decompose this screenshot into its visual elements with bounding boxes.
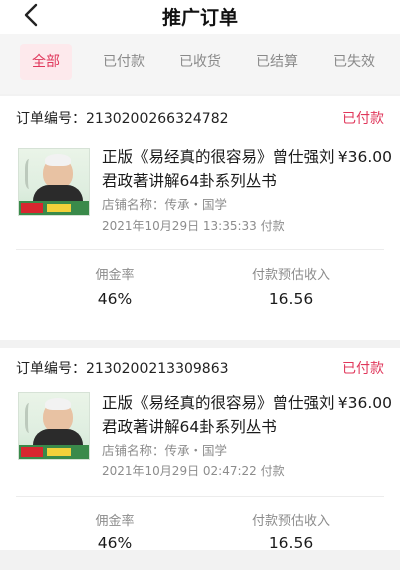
author-hair <box>45 154 71 166</box>
order-number-label: 订单编号： <box>16 361 86 377</box>
cover-tag-secondary <box>47 204 71 212</box>
product-title-line1: 正版《易经真的很容易》曾仕强刘 <box>102 394 335 412</box>
commission-label: 佣金率 <box>95 268 135 283</box>
author-hair <box>45 398 71 410</box>
income-label: 付款预估收入 <box>251 268 330 283</box>
top-bar: 推广订单 <box>0 0 400 34</box>
order-card[interactable]: 订单编号：2130200213309863 已付款 正版《易经真的很容易》曾仕强… <box>0 348 400 552</box>
tab-received[interactable]: 已收货 <box>172 44 228 80</box>
order-number-value: 2130200266324782 <box>86 111 229 127</box>
product-title-line2: 君政著讲解64卦系列丛书 <box>102 418 277 436</box>
paid-time: 2021年10月29日 13:35:33 付款 <box>102 219 285 233</box>
status-badge: 已付款 <box>342 111 384 127</box>
shop-name: 店铺名称：传承・国学 <box>102 197 228 212</box>
income-value: 16.56 <box>268 290 314 308</box>
status-tabs: 全部 已付款 已收货 已结算 已失效 <box>0 34 400 94</box>
commission-value: 46% <box>97 290 133 308</box>
product-price: ¥36.00 <box>337 148 392 166</box>
shop-name: 店铺名称：传承・国学 <box>102 443 228 458</box>
paid-time: 2021年10月29日 02:47:22 付款 <box>102 464 285 478</box>
order-number-value: 2130200213309863 <box>86 361 229 377</box>
cover-tag-secondary <box>47 448 71 456</box>
page-title: 推广订单 <box>161 7 238 29</box>
tab-paid[interactable]: 已付款 <box>96 44 152 80</box>
tab-all[interactable]: 全部 <box>20 44 72 80</box>
bottom-spacer <box>0 550 400 570</box>
order-number: 订单编号：2130200266324782 <box>16 108 229 128</box>
tab-settled[interactable]: 已结算 <box>249 44 305 80</box>
order-card[interactable]: 订单编号：2130200266324782 已付款 正版《易经真的很容易》曾仕强… <box>0 96 400 340</box>
status-badge: 已付款 <box>342 361 384 377</box>
divider <box>16 496 384 497</box>
product-title-line2: 君政著讲解64卦系列丛书 <box>102 172 277 190</box>
calligraphy-decoration <box>25 403 39 433</box>
calligraphy-decoration <box>25 159 39 189</box>
cover-tag <box>21 203 43 213</box>
tab-invalid[interactable]: 已失效 <box>326 44 382 80</box>
product-image[interactable] <box>18 148 90 216</box>
cover-tag <box>21 447 43 457</box>
order-number-label: 订单编号： <box>16 111 86 127</box>
commission-label: 佣金率 <box>95 514 135 529</box>
product-title[interactable]: 正版《易经真的很容易》曾仕强刘 ¥36.00 君政著讲解64卦系列丛书 <box>102 391 392 439</box>
order-number: 订单编号：2130200213309863 <box>16 358 229 378</box>
product-image[interactable] <box>18 392 90 460</box>
product-title-line1: 正版《易经真的很容易》曾仕强刘 <box>102 148 335 166</box>
divider <box>16 249 384 250</box>
product-title[interactable]: 正版《易经真的很容易》曾仕强刘 ¥36.00 君政著讲解64卦系列丛书 <box>102 145 392 193</box>
income-label: 付款预估收入 <box>251 514 330 529</box>
product-price: ¥36.00 <box>337 394 392 412</box>
